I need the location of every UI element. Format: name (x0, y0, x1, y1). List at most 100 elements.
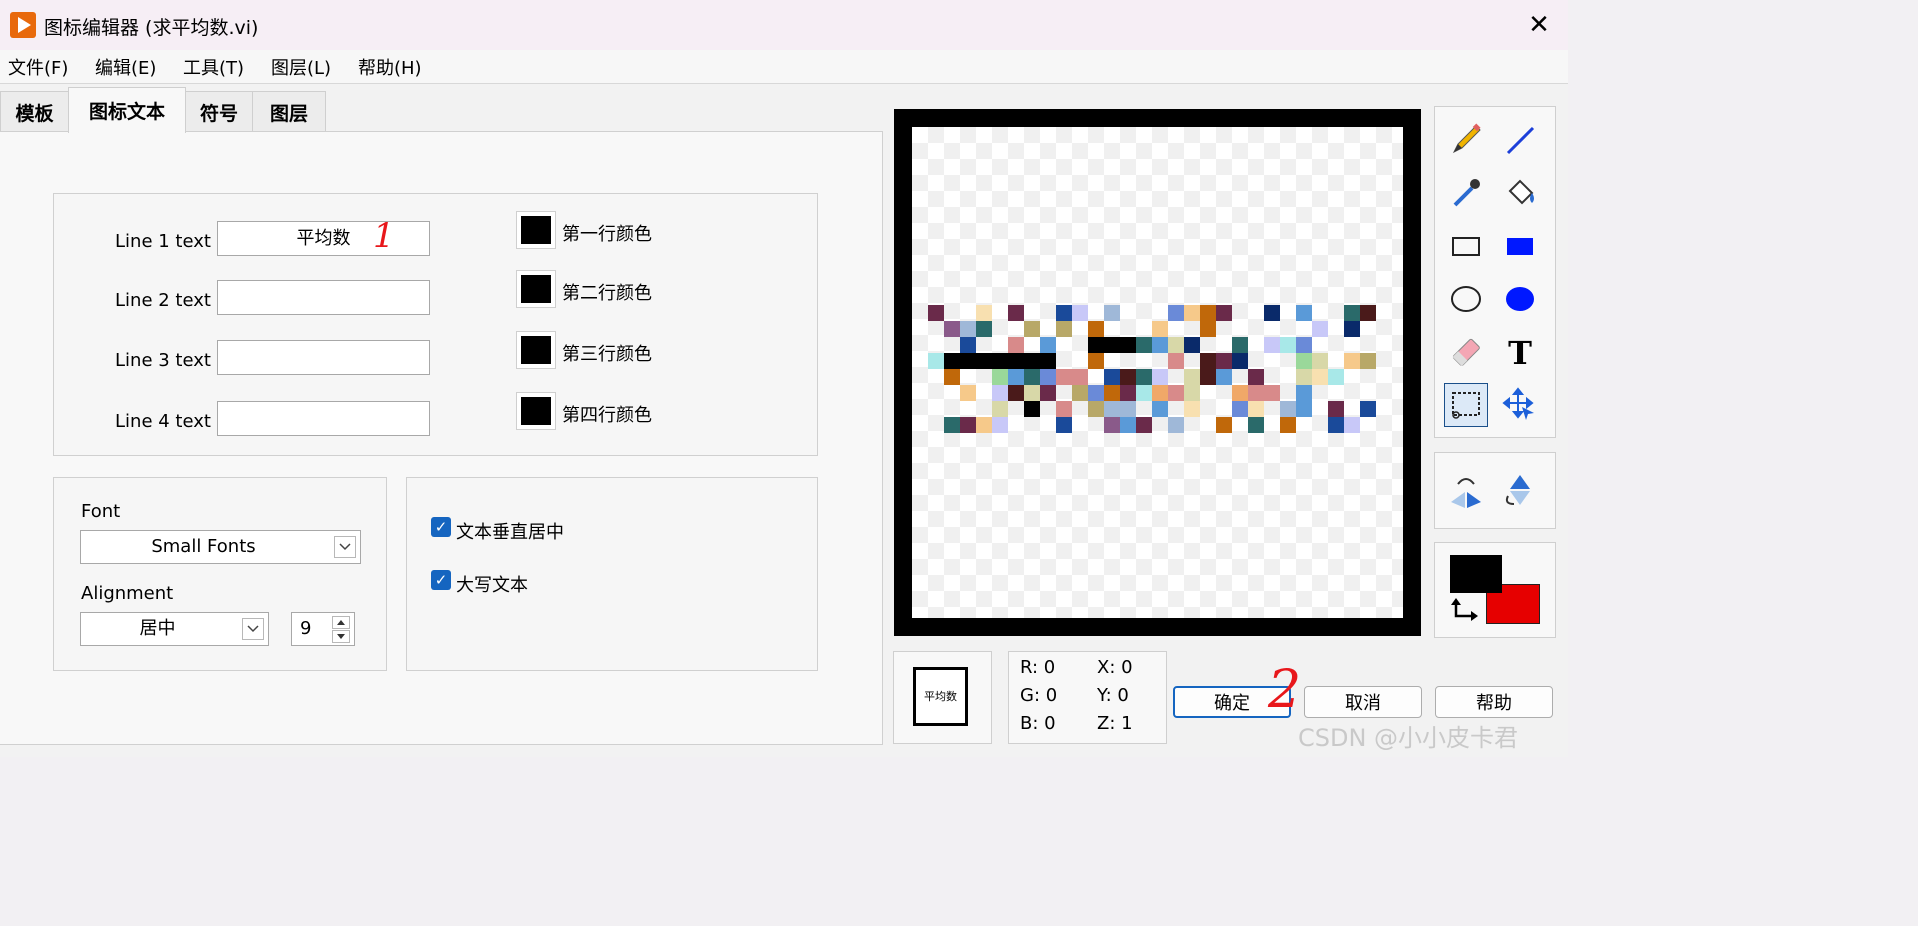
line-3-color-swatch[interactable] (516, 331, 556, 369)
canvas-pixel (1280, 337, 1296, 353)
canvas-pixel (1104, 417, 1120, 433)
move-icon[interactable] (1500, 385, 1540, 425)
canvas-pixel (1136, 417, 1152, 433)
line-icon[interactable] (1500, 120, 1540, 160)
icon-canvas[interactable] (912, 127, 1403, 618)
canvas-pixel (1328, 369, 1344, 385)
canvas-pixel (1008, 337, 1024, 353)
canvas-pixel (960, 385, 976, 401)
ellipse-icon[interactable] (1446, 279, 1486, 319)
canvas-pixel (1056, 417, 1072, 433)
canvas-pixel (1120, 401, 1136, 417)
text-tool-icon[interactable]: T (1500, 332, 1540, 372)
uppercase-checkbox[interactable]: ✓ (431, 570, 451, 590)
filled-ellipse-icon[interactable] (1500, 279, 1540, 319)
filled-rectangle-icon[interactable] (1500, 226, 1540, 266)
alignment-select[interactable]: 居中 (80, 612, 269, 646)
swap-colors-icon[interactable] (1450, 598, 1480, 628)
foreground-color-swatch[interactable] (1450, 555, 1502, 593)
flip-horizontal-icon[interactable] (1446, 470, 1486, 510)
line-1-input[interactable]: 平均数 (217, 221, 430, 256)
line-1-color-label: 第一行颜色 (562, 224, 652, 245)
pencil-icon[interactable] (1446, 120, 1486, 160)
font-label: Font (81, 501, 121, 522)
canvas-pixel (1312, 369, 1328, 385)
canvas-pixel (1168, 305, 1184, 321)
font-size-value: 9 (300, 618, 312, 639)
menu-layers[interactable]: 图层(L) (271, 54, 331, 80)
stepper-up-icon[interactable] (332, 616, 350, 629)
canvas-pixel (1232, 385, 1248, 401)
canvas-pixel (1360, 401, 1376, 417)
canvas-pixel (1248, 401, 1264, 417)
line-3-color-label: 第三行颜色 (562, 344, 652, 365)
canvas-pixel (1232, 353, 1248, 369)
line-2-color-swatch[interactable] (516, 270, 556, 308)
canvas-pixel (1024, 321, 1040, 337)
tab-symbols[interactable]: 符号 (185, 91, 253, 132)
icon-preview-text: 平均数 (916, 670, 965, 723)
flip-vertical-icon[interactable] (1500, 470, 1540, 510)
tab-templates[interactable]: 模板 (0, 91, 69, 132)
alignment-label: Alignment (81, 583, 174, 604)
canvas-pixel (1120, 369, 1136, 385)
canvas-pixel (1360, 353, 1376, 369)
cancel-button[interactable]: 取消 (1304, 686, 1422, 718)
canvas-pixel (1200, 321, 1216, 337)
canvas-pixel (1184, 337, 1200, 353)
line-1-color-swatch[interactable] (516, 211, 556, 249)
dropper-icon[interactable] (1446, 173, 1486, 213)
chevron-down-icon[interactable] (334, 536, 356, 558)
vertical-center-checkbox[interactable]: ✓ (431, 517, 451, 537)
stepper-down-icon[interactable] (332, 630, 350, 643)
readout-r: R: 0 (1020, 657, 1056, 678)
canvas-pixel (1152, 369, 1168, 385)
canvas-pixel (992, 369, 1008, 385)
canvas-pixel (1072, 369, 1088, 385)
canvas-pixel (1248, 417, 1264, 433)
canvas-pixel (944, 321, 960, 337)
chevron-down-icon[interactable] (242, 618, 264, 640)
canvas-pixel (992, 401, 1008, 417)
menu-tools[interactable]: 工具(T) (183, 54, 244, 80)
canvas-pixel (1344, 353, 1360, 369)
canvas-pixel (976, 305, 992, 321)
canvas-pixel (1232, 337, 1248, 353)
line-3-input[interactable] (217, 340, 430, 375)
eraser-icon[interactable] (1446, 332, 1486, 372)
line-4-color-swatch[interactable] (516, 392, 556, 430)
annotation-1: 1 (373, 216, 395, 256)
canvas-pixel (1296, 385, 1312, 401)
canvas-pixel (1104, 305, 1120, 321)
selection-icon[interactable] (1444, 383, 1488, 427)
canvas-pixel (1216, 353, 1232, 369)
fill-bucket-icon[interactable] (1500, 173, 1540, 213)
canvas-pixel (1264, 305, 1280, 321)
canvas-pixel (1216, 305, 1232, 321)
line-4-input[interactable] (217, 401, 430, 436)
canvas-pixel (1296, 337, 1312, 353)
close-icon[interactable]: ✕ (1516, 4, 1562, 46)
menu-edit[interactable]: 编辑(E) (95, 54, 156, 80)
menu-help[interactable]: 帮助(H) (358, 54, 422, 80)
canvas-pixel (1296, 353, 1312, 369)
canvas-pixel (1248, 369, 1264, 385)
font-select[interactable]: Small Fonts (80, 530, 361, 564)
tab-icon-text[interactable]: 图标文本 (68, 87, 186, 133)
tab-layers[interactable]: 图层 (252, 91, 326, 132)
canvas-pixel (1296, 369, 1312, 385)
font-size-stepper[interactable]: 9 (291, 612, 355, 646)
line-2-input[interactable] (217, 280, 430, 315)
canvas-pixel (1136, 337, 1152, 353)
menu-file[interactable]: 文件(F) (8, 54, 68, 80)
canvas-pixel-text (928, 305, 1376, 433)
canvas-pixel (928, 305, 944, 321)
canvas-pixel (1344, 417, 1360, 433)
rectangle-icon[interactable] (1446, 226, 1486, 266)
svg-text:T: T (1508, 334, 1532, 370)
canvas-pixel (1088, 385, 1104, 401)
canvas-pixel (1008, 385, 1024, 401)
canvas-pixel (1152, 401, 1168, 417)
help-button[interactable]: 帮助 (1435, 686, 1553, 718)
annotation-2: 2 (1268, 660, 1302, 720)
